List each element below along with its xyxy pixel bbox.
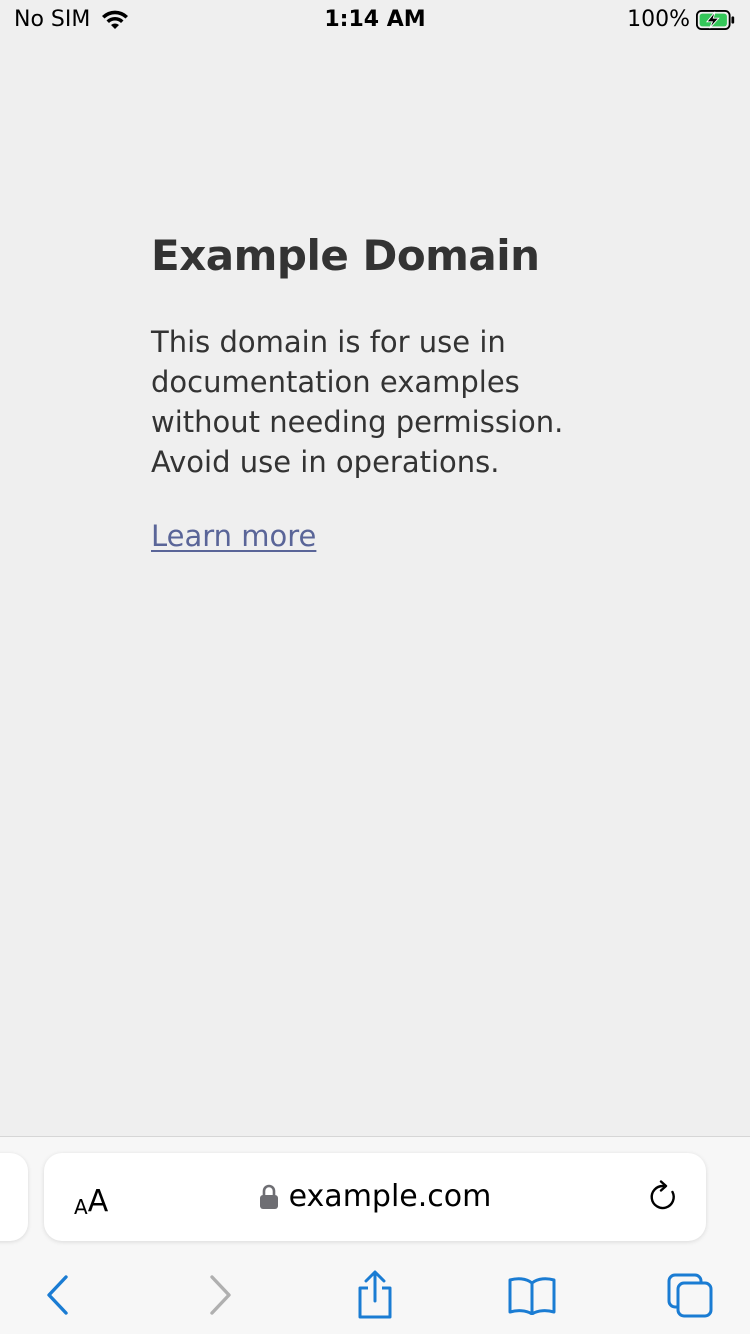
back-button[interactable] (30, 1267, 86, 1323)
address-bar[interactable]: A A example.com (44, 1153, 706, 1241)
share-button[interactable] (347, 1267, 403, 1323)
bookmarks-icon (508, 1277, 556, 1315)
tabs-icon (667, 1273, 713, 1318)
url-field[interactable]: example.com (44, 1179, 706, 1215)
safari-bottom-bar: A A example.com (0, 1136, 750, 1334)
lock-icon (259, 1184, 278, 1209)
battery-charging-icon (696, 9, 735, 30)
safari-screen: No SIM 1:14 AM 100% Example Domain This … (0, 0, 750, 1334)
page-title: Example Domain (151, 231, 540, 280)
tabs-button[interactable] (662, 1267, 718, 1323)
page-content: Example Domain This domain is for use in… (151, 228, 621, 556)
url-text: example.com (288, 1179, 492, 1214)
learn-more-link[interactable]: Learn more (151, 519, 316, 553)
share-icon (358, 1270, 392, 1319)
status-bar: No SIM 1:14 AM 100% (0, 0, 750, 40)
previous-tab-address-bar[interactable] (0, 1153, 28, 1241)
reload-icon[interactable] (646, 1180, 680, 1214)
battery-percent: 100% (627, 7, 690, 32)
forward-icon (210, 1275, 231, 1315)
status-right: 100% (627, 7, 736, 32)
bookmarks-button[interactable] (504, 1267, 560, 1323)
page-description: This domain is for use in documentation … (151, 325, 564, 479)
forward-button[interactable] (192, 1267, 248, 1323)
back-icon (47, 1275, 68, 1315)
safari-toolbar (0, 1257, 750, 1327)
